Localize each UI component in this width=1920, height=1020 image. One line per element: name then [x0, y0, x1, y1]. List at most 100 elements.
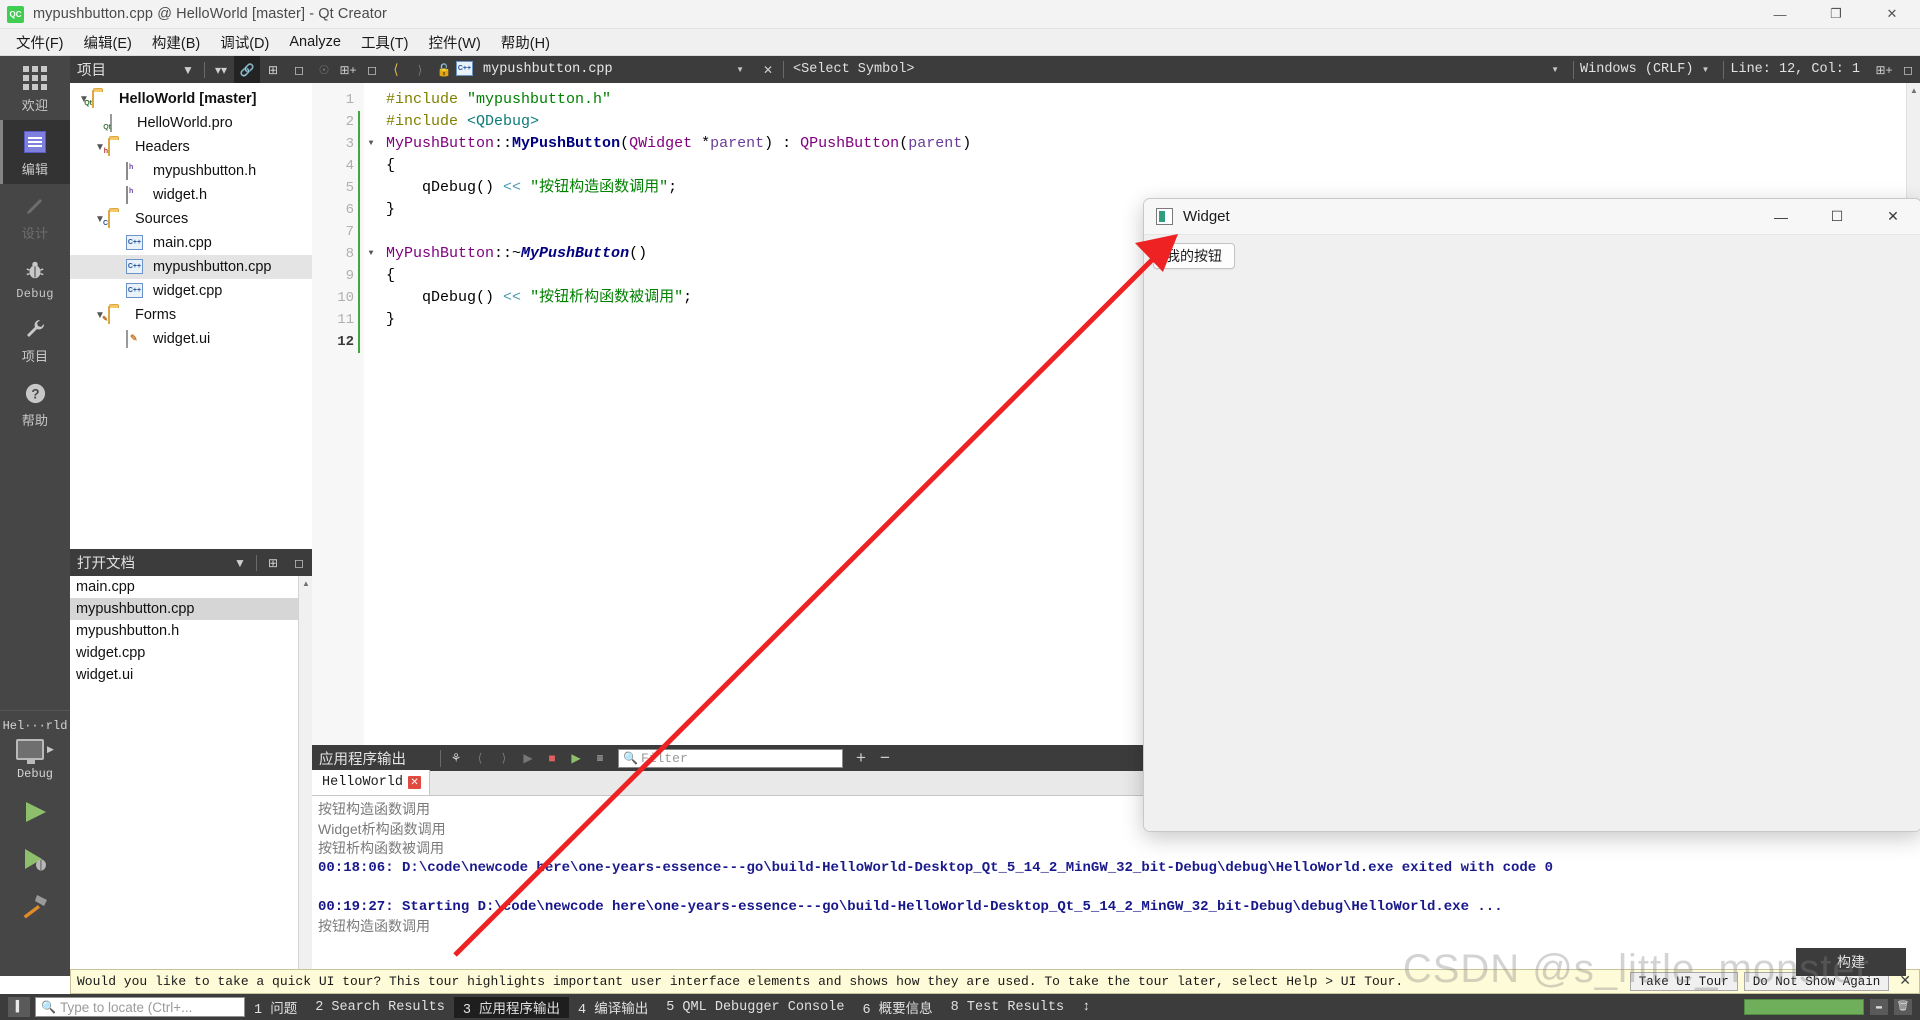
- attach-debugger-icon[interactable]: ⚘: [444, 745, 468, 772]
- menu-help[interactable]: 帮助(H): [491, 29, 560, 56]
- tree-item-mypushbutton-h[interactable]: h mypushbutton.h: [70, 159, 312, 183]
- menu-window[interactable]: 控件(W): [418, 29, 490, 56]
- clear-output-icon[interactable]: 🗑: [1894, 999, 1912, 1015]
- lock-icon[interactable]: 🔓: [432, 56, 456, 83]
- mode-welcome[interactable]: 欢迎: [0, 56, 70, 120]
- fold-marker[interactable]: [364, 111, 378, 133]
- fold-marker[interactable]: ▼: [364, 133, 378, 155]
- fold-marker[interactable]: [364, 89, 378, 111]
- fold-marker[interactable]: [364, 265, 378, 287]
- menu-debug[interactable]: 调试(D): [210, 29, 279, 56]
- run-output-icon[interactable]: ▶: [516, 745, 540, 772]
- increase-font-icon[interactable]: +: [849, 745, 873, 772]
- line-ending-label[interactable]: Windows (CRLF): [1580, 62, 1693, 77]
- statusbar-item-search-results[interactable]: 2 Search Results: [306, 1000, 454, 1015]
- rerun-icon[interactable]: ▶: [564, 745, 588, 772]
- close-icon[interactable]: ✕: [1865, 199, 1920, 234]
- menu-analyze[interactable]: Analyze: [279, 31, 351, 53]
- statusbar-item-compile-output[interactable]: 4 编译输出: [569, 997, 657, 1018]
- tree-item-widget-cpp[interactable]: C++ widget.cpp: [70, 279, 312, 303]
- scroll-up-icon[interactable]: ▲: [1907, 83, 1920, 97]
- fold-marker[interactable]: [364, 287, 378, 309]
- fold-marker[interactable]: [364, 309, 378, 331]
- tree-item-widget-h[interactable]: h widget.h: [70, 183, 312, 207]
- close-panel-icon[interactable]: ◻: [286, 56, 312, 83]
- restore-icon[interactable]: ❐: [1808, 0, 1864, 29]
- split-icon[interactable]: ⊞: [260, 549, 286, 576]
- output-tab-helloworld[interactable]: HelloWorld ✕: [312, 770, 431, 795]
- tree-item-widget-ui[interactable]: ✎ widget.ui: [70, 327, 312, 351]
- chevron-down-icon[interactable]: ▼: [1701, 65, 1709, 74]
- tree-item-headers[interactable]: ▼ h Headers: [70, 135, 312, 159]
- close-document-icon[interactable]: ✕: [756, 56, 780, 83]
- open-documents-scrollbar[interactable]: ▲: [298, 576, 312, 976]
- minimize-output-icon[interactable]: ▬: [1870, 999, 1888, 1015]
- minimize-icon[interactable]: —: [1753, 199, 1809, 234]
- mode-debug[interactable]: Debug: [0, 248, 70, 307]
- statusbar-item-qml-debugger[interactable]: 5 QML Debugger Console: [657, 1000, 853, 1015]
- open-doc-item[interactable]: widget.ui: [70, 664, 312, 686]
- close-editor-icon[interactable]: ◻: [1896, 56, 1920, 83]
- open-doc-item[interactable]: mypushbutton.cpp: [70, 598, 312, 620]
- fold-marker[interactable]: ▼: [364, 243, 378, 265]
- run-button[interactable]: [20, 798, 50, 831]
- next-item-icon[interactable]: ⟩: [492, 745, 516, 772]
- chevron-down-icon[interactable]: ▼: [736, 65, 744, 74]
- go-forward-icon[interactable]: ⟩: [408, 56, 432, 83]
- fold-marker[interactable]: [364, 155, 378, 177]
- menu-build[interactable]: 构建(B): [142, 29, 210, 56]
- tree-item-sources[interactable]: ▼ C Sources: [70, 207, 312, 231]
- chevron-down-icon[interactable]: ▼: [227, 549, 253, 576]
- chevron-down-icon[interactable]: ▼: [1551, 65, 1559, 74]
- statusbar-spinner-icon[interactable]: ↕: [1073, 1000, 1099, 1015]
- statusbar-item-application-output[interactable]: 3 应用程序输出: [453, 996, 570, 1018]
- current-file-combo[interactable]: C++ mypushbutton.cpp ▼: [456, 56, 756, 83]
- fold-marker[interactable]: [364, 199, 378, 221]
- open-doc-item[interactable]: widget.cpp: [70, 642, 312, 664]
- split-icon[interactable]: ⊞+: [1872, 56, 1896, 83]
- menu-edit[interactable]: 编辑(E): [74, 29, 142, 56]
- scroll-up-icon[interactable]: ▲: [299, 576, 313, 590]
- fold-marker[interactable]: [364, 177, 378, 199]
- mode-edit[interactable]: 编辑: [0, 120, 70, 184]
- tree-item-helloworld[interactable]: ▼ Qt HelloWorld [master]: [70, 87, 312, 111]
- close-icon[interactable]: ✕: [1864, 0, 1920, 29]
- my-push-button[interactable]: 我的按钮: [1153, 243, 1235, 269]
- statusbar-item-issues[interactable]: 1 问题: [245, 997, 306, 1018]
- filter-icon[interactable]: ▾▾: [208, 56, 234, 83]
- statusbar-item-general-messages[interactable]: 6 概要信息: [853, 997, 941, 1018]
- symbol-selector[interactable]: <Select Symbol>: [787, 62, 1543, 77]
- mode-help[interactable]: ? 帮助: [0, 371, 70, 435]
- statusbar-item-test-results[interactable]: 8 Test Results: [942, 1000, 1073, 1015]
- open-doc-item[interactable]: mypushbutton.h: [70, 620, 312, 642]
- stop-icon[interactable]: ■: [540, 745, 564, 772]
- toggle-word-wrap-icon[interactable]: ≡: [588, 745, 612, 772]
- split-icon[interactable]: ⊞: [260, 56, 286, 83]
- fold-marker[interactable]: [364, 331, 378, 353]
- history-icon[interactable]: ☉: [312, 56, 336, 83]
- tree-item-forms[interactable]: ▼ ✎ Forms: [70, 303, 312, 327]
- mode-design[interactable]: 设计: [0, 184, 70, 248]
- open-doc-item[interactable]: main.cpp: [70, 576, 312, 598]
- widget-application-window[interactable]: Widget — ☐ ✕ 我的按钮: [1143, 198, 1920, 832]
- toggle-sidebar-icon[interactable]: ▌: [8, 997, 30, 1017]
- kit-selector[interactable]: ▶: [16, 739, 54, 764]
- locator-input[interactable]: 🔍 Type to locate (Ctrl+...: [35, 997, 245, 1017]
- menu-file[interactable]: 文件(F): [6, 29, 74, 56]
- maximize-icon[interactable]: ☐: [1809, 199, 1865, 234]
- chevron-down-icon[interactable]: ▼: [175, 56, 201, 83]
- link-icon[interactable]: 🔗: [234, 56, 260, 83]
- split-editor-icon[interactable]: ⊞+: [336, 56, 360, 83]
- close-icon[interactable]: ✕: [408, 776, 422, 789]
- prev-item-icon[interactable]: ⟨: [468, 745, 492, 772]
- go-back-icon[interactable]: ⟨: [384, 56, 408, 83]
- mode-projects[interactable]: 项目: [0, 307, 70, 371]
- decrease-font-icon[interactable]: −: [873, 745, 897, 772]
- build-button[interactable]: [20, 892, 50, 925]
- tree-item-helloworld-pro[interactable]: Qt HelloWorld.pro: [70, 111, 312, 135]
- menu-tools[interactable]: 工具(T): [351, 29, 419, 56]
- minimize-icon[interactable]: —: [1752, 0, 1808, 29]
- close-split-icon[interactable]: ◻: [360, 56, 384, 83]
- tree-item-mypushbutton-cpp[interactable]: C++ mypushbutton.cpp: [70, 255, 312, 279]
- fold-marker[interactable]: [364, 221, 378, 243]
